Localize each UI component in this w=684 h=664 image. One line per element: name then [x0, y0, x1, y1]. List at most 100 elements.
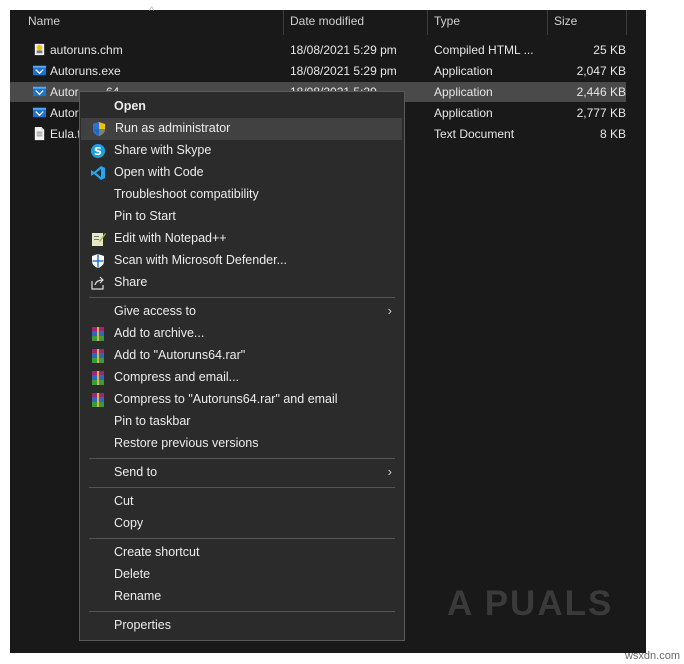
- column-divider[interactable]: [427, 10, 428, 35]
- menu-separator: [89, 458, 395, 459]
- text-file-icon: [34, 126, 45, 141]
- menu-item-label: Open with Code: [114, 165, 204, 179]
- menu-item-label: Cut: [114, 494, 134, 508]
- menu-item-label: Delete: [114, 567, 151, 581]
- svg-text:S: S: [94, 145, 102, 158]
- shield-icon: [93, 122, 105, 136]
- menu-item-compress-and-email[interactable]: Compress and email...: [80, 367, 404, 389]
- menu-item-restore-previous-versions[interactable]: Restore previous versions: [80, 433, 404, 455]
- file-size: 8 KB: [599, 127, 626, 141]
- chevron-right-icon: ›: [387, 303, 392, 318]
- menu-item-edit-with-notepadpp[interactable]: Edit with Notepad++: [80, 228, 404, 250]
- menu-item-label: Open: [114, 99, 146, 113]
- file-name: autoruns.chm: [50, 43, 123, 57]
- app-file-icon: [32, 86, 47, 97]
- file-row[interactable]: Autoruns.exe 18/08/2021 5:29 pm Applicat…: [10, 61, 626, 81]
- menu-item-label: Share with Skype: [114, 143, 212, 157]
- share-icon: [91, 276, 104, 290]
- menu-item-label: Restore previous versions: [114, 436, 259, 450]
- app-file-icon: [32, 107, 47, 118]
- sort-ascending-icon: ^: [149, 5, 155, 17]
- menu-item-label: Give access to: [114, 304, 196, 318]
- column-divider[interactable]: [283, 10, 284, 35]
- menu-item-label: Add to "Autoruns64.rar": [114, 348, 246, 362]
- file-type: Compiled HTML ...: [434, 43, 534, 57]
- file-size: 2,777 KB: [576, 106, 626, 120]
- menu-item-label: Run as administrator: [115, 121, 231, 135]
- column-header-size[interactable]: Size: [554, 14, 577, 28]
- file-name: Eula.t: [50, 127, 81, 141]
- file-type: Application: [434, 85, 493, 99]
- file-row[interactable]: autoruns.chm 18/08/2021 5:29 pm Compiled…: [10, 40, 626, 60]
- menu-item-label: Copy: [114, 516, 144, 530]
- menu-item-add-to-archive[interactable]: Add to archive...: [80, 323, 404, 345]
- file-date-modified: 18/08/2021 5:29 pm: [290, 64, 397, 78]
- chm-file-icon: [34, 43, 45, 56]
- menu-item-label: Add to archive...: [114, 326, 205, 340]
- menu-item-pin-to-start[interactable]: Pin to Start: [80, 206, 404, 228]
- menu-item-pin-to-taskbar[interactable]: Pin to taskbar: [80, 411, 404, 433]
- menu-item-label: Send to: [114, 465, 158, 479]
- file-type: Text Document: [434, 127, 515, 141]
- menu-item-label: Compress to "Autoruns64.rar" and email: [114, 392, 338, 406]
- site-watermark: wsxdn.com: [624, 650, 680, 662]
- menu-item-properties[interactable]: Properties: [80, 615, 404, 637]
- menu-separator: [89, 538, 395, 539]
- menu-item-label: Properties: [114, 618, 171, 632]
- notepadpp-icon: [92, 233, 106, 246]
- menu-item-label: Troubleshoot compatibility: [114, 187, 259, 201]
- file-size: 2,047 KB: [576, 64, 626, 78]
- menu-item-label: Rename: [114, 589, 162, 603]
- defender-icon: [92, 254, 104, 268]
- file-name: Autor: [50, 106, 79, 120]
- menu-item-delete[interactable]: Delete: [80, 564, 404, 586]
- menu-item-copy[interactable]: Copy: [80, 513, 404, 535]
- menu-item-label: Compress and email...: [114, 370, 240, 384]
- menu-item-give-access-to[interactable]: Give access to ›: [80, 301, 404, 323]
- menu-item-rename[interactable]: Rename: [80, 586, 404, 608]
- winrar-icon: [92, 327, 104, 341]
- menu-item-cut[interactable]: Cut: [80, 491, 404, 513]
- file-size: 2,446 KB: [576, 85, 626, 99]
- menu-item-label: Scan with Microsoft Defender...: [114, 253, 287, 267]
- menu-item-share-with-skype[interactable]: S Share with Skype: [80, 140, 404, 162]
- winrar-icon: [92, 371, 104, 385]
- menu-separator: [89, 297, 395, 298]
- column-header-type[interactable]: Type: [434, 14, 460, 28]
- file-type: Application: [434, 106, 493, 120]
- menu-item-label: Share: [114, 275, 148, 289]
- file-name: Autoruns.exe: [50, 64, 121, 78]
- menu-item-scan-with-defender[interactable]: Scan with Microsoft Defender...: [80, 250, 404, 272]
- menu-item-share[interactable]: Share: [80, 272, 404, 294]
- context-menu: Open Run as administrator S Share with S…: [79, 91, 405, 641]
- menu-item-open[interactable]: Open: [80, 96, 404, 118]
- column-divider[interactable]: [547, 10, 548, 35]
- app-file-icon: [32, 65, 47, 76]
- menu-item-label: Pin to taskbar: [114, 414, 191, 428]
- menu-item-troubleshoot-compatibility[interactable]: Troubleshoot compatibility: [80, 184, 404, 206]
- winrar-icon: [92, 393, 104, 407]
- menu-item-add-to-rar[interactable]: Add to "Autoruns64.rar": [80, 345, 404, 367]
- column-header-bar: Name ^ Date modified Type Size: [10, 5, 646, 35]
- file-type: Application: [434, 64, 493, 78]
- file-date-modified: 18/08/2021 5:29 pm: [290, 43, 397, 57]
- menu-separator: [89, 487, 395, 488]
- menu-item-create-shortcut[interactable]: Create shortcut: [80, 542, 404, 564]
- menu-item-label: Edit with Notepad++: [114, 231, 227, 245]
- menu-item-run-as-administrator[interactable]: Run as administrator: [81, 118, 402, 140]
- column-header-date-modified[interactable]: Date modified: [290, 14, 364, 28]
- winrar-icon: [92, 349, 104, 363]
- menu-item-label: Create shortcut: [114, 545, 200, 559]
- watermark: A PUALS: [447, 584, 614, 623]
- skype-icon: S: [91, 144, 105, 158]
- column-divider[interactable]: [626, 10, 627, 35]
- chevron-right-icon: ›: [387, 464, 392, 479]
- menu-item-send-to[interactable]: Send to ›: [80, 462, 404, 484]
- menu-item-open-with-code[interactable]: Open with Code: [80, 162, 404, 184]
- column-header-name[interactable]: Name: [28, 14, 60, 28]
- file-name: Autor: [50, 85, 79, 99]
- menu-item-compress-to-rar-and-email[interactable]: Compress to "Autoruns64.rar" and email: [80, 389, 404, 411]
- file-size: 25 KB: [593, 43, 626, 57]
- menu-item-label: Pin to Start: [114, 209, 176, 223]
- vscode-icon: [91, 166, 105, 180]
